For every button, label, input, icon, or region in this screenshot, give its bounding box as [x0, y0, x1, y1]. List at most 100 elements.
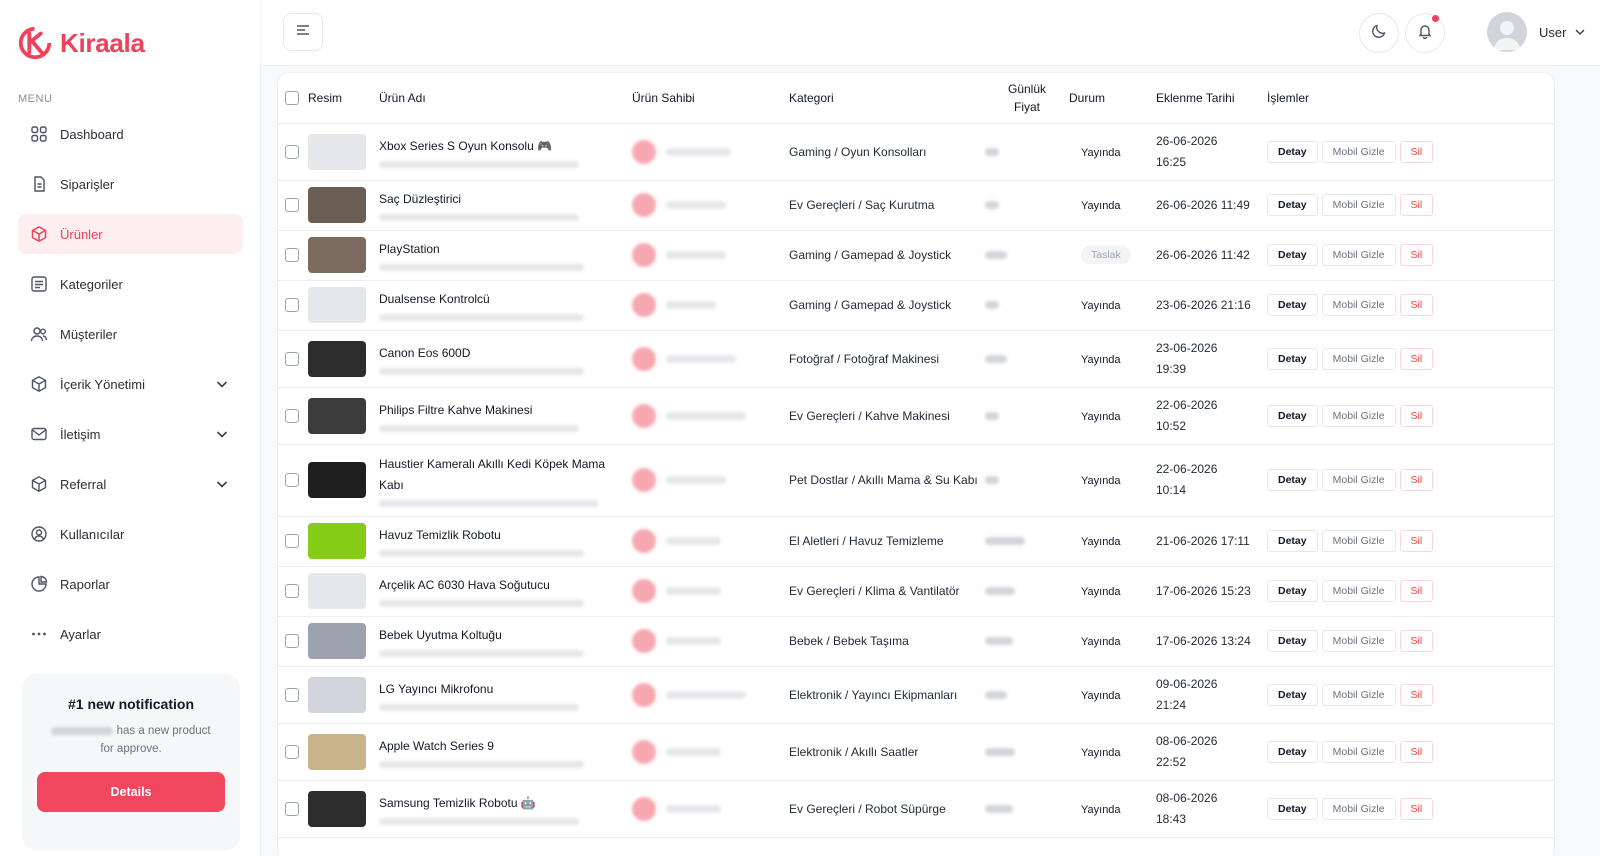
sidebar-item-siparisler[interactable]: Siparişler — [18, 164, 243, 204]
product-name[interactable]: Samsung Temizlik Robotu 🤖 — [379, 793, 632, 814]
details-button[interactable]: Details — [37, 772, 225, 812]
owner-avatar — [632, 468, 656, 492]
row-checkbox[interactable] — [285, 144, 299, 159]
detail-button[interactable]: Detay — [1267, 194, 1318, 216]
detail-button[interactable]: Detay — [1267, 530, 1318, 552]
product-name[interactable]: Dualsense Kontrolcü — [379, 289, 632, 310]
brand-logo[interactable]: Kiraala — [16, 24, 145, 62]
detail-button[interactable]: Detay — [1267, 630, 1318, 652]
row-checkbox[interactable] — [285, 584, 299, 599]
row-checkbox[interactable] — [285, 744, 299, 759]
user-name: User — [1539, 24, 1567, 40]
owner-name-blurred — [666, 147, 731, 156]
detail-button[interactable]: Detay — [1267, 244, 1318, 266]
row-checkbox[interactable] — [285, 408, 299, 423]
mobile-hide-button[interactable]: Mobil Gizle — [1321, 740, 1396, 763]
mobile-hide-button[interactable]: Mobil Gizle — [1321, 469, 1396, 491]
sidebar-item-kategoriler[interactable]: Kategoriler — [18, 264, 243, 304]
product-name[interactable]: Xbox Series S Oyun Konsolu 🎮 — [379, 136, 632, 157]
sidebar-item-urunler[interactable]: Ürünler — [18, 214, 243, 254]
row-checkbox[interactable] — [285, 534, 299, 549]
detail-button[interactable]: Detay — [1267, 580, 1318, 602]
mobile-hide-button[interactable]: Mobil Gizle — [1321, 797, 1396, 820]
product-name[interactable]: Canon Eos 600D — [379, 343, 632, 364]
owner-avatar — [632, 579, 656, 603]
detail-button[interactable]: Detay — [1267, 797, 1318, 820]
row-checkbox[interactable] — [285, 687, 299, 702]
delete-button[interactable]: Sil — [1399, 469, 1434, 491]
daily-price-blurred — [985, 537, 1025, 545]
row-checkbox[interactable] — [285, 298, 299, 313]
delete-button[interactable]: Sil — [1399, 404, 1434, 427]
product-thumbnail — [308, 733, 366, 770]
product-name[interactable]: LG Yayıncı Mikrofonu — [379, 679, 632, 700]
delete-button[interactable]: Sil — [1399, 244, 1434, 266]
mobile-hide-button[interactable]: Mobil Gizle — [1321, 580, 1396, 602]
owner-name-blurred — [666, 251, 726, 259]
mobile-hide-button[interactable]: Mobil Gizle — [1321, 683, 1396, 706]
sidebar-item-raporlar[interactable]: Raporlar — [18, 564, 243, 604]
delete-button[interactable]: Sil — [1399, 740, 1434, 763]
sidebar-item-musteriler[interactable]: Müşteriler — [18, 314, 243, 354]
sidebar-item-ayarlar[interactable]: Ayarlar — [18, 614, 243, 654]
row-checkbox[interactable] — [285, 198, 299, 213]
row-checkbox[interactable] — [285, 634, 299, 649]
product-name[interactable]: Saç Düzleştirici — [379, 189, 632, 210]
detail-button[interactable]: Detay — [1267, 140, 1318, 163]
detail-button[interactable]: Detay — [1267, 740, 1318, 763]
delete-button[interactable]: Sil — [1399, 194, 1434, 216]
product-subtitle-blurred — [379, 367, 584, 375]
product-name[interactable]: Philips Filtre Kahve Makinesi — [379, 400, 632, 421]
row-checkbox[interactable] — [285, 248, 299, 263]
daily-price-blurred — [985, 301, 999, 309]
delete-button[interactable]: Sil — [1399, 530, 1434, 552]
product-name[interactable]: Arçelik AC 6030 Hava Soğutucu — [379, 575, 632, 596]
delete-button[interactable]: Sil — [1399, 683, 1434, 706]
mobile-hide-button[interactable]: Mobil Gizle — [1321, 294, 1396, 316]
sidebar-item-iletisim[interactable]: İletişim — [18, 414, 243, 454]
daily-price-blurred — [985, 201, 999, 209]
product-category: Bebek / Bebek Taşıma — [789, 634, 909, 648]
sidebar-item-label: Ürünler — [60, 226, 103, 242]
sidebar-item-dashboard[interactable]: Dashboard — [18, 114, 243, 154]
mobile-hide-button[interactable]: Mobil Gizle — [1321, 140, 1396, 163]
sidebar-item-icerik-yonetimi[interactable]: İçerik Yönetimi — [18, 364, 243, 404]
delete-button[interactable]: Sil — [1399, 347, 1434, 370]
mobile-hide-button[interactable]: Mobil Gizle — [1321, 530, 1396, 552]
owner-name-blurred — [666, 587, 721, 595]
user-menu[interactable]: User — [1487, 12, 1586, 52]
mobile-hide-button[interactable]: Mobil Gizle — [1321, 630, 1396, 652]
detail-button[interactable]: Detay — [1267, 404, 1318, 427]
detail-button[interactable]: Detay — [1267, 469, 1318, 491]
detail-button[interactable]: Detay — [1267, 683, 1318, 706]
product-name[interactable]: Bebek Uyutma Koltuğu — [379, 625, 632, 646]
menu-toggle-button[interactable] — [283, 13, 323, 51]
mobile-hide-button[interactable]: Mobil Gizle — [1321, 404, 1396, 427]
row-checkbox[interactable] — [285, 473, 299, 488]
product-name[interactable]: PlayStation — [379, 239, 632, 260]
sidebar-item-kullanicilar[interactable]: Kullanıcılar — [18, 514, 243, 554]
notifications-button[interactable] — [1405, 13, 1445, 53]
detail-button[interactable]: Detay — [1267, 347, 1318, 370]
delete-button[interactable]: Sil — [1399, 797, 1434, 820]
select-all-checkbox[interactable] — [285, 91, 299, 106]
table-row: Bebek Uyutma Koltuğu Bebek / Bebek Taşıma… — [278, 616, 1554, 667]
theme-toggle-button[interactable] — [1359, 13, 1399, 53]
product-name[interactable]: Apple Watch Series 9 — [379, 736, 632, 757]
delete-button[interactable]: Sil — [1399, 140, 1434, 163]
created-date: 26-06-2026 — [1156, 133, 1218, 148]
mobile-hide-button[interactable]: Mobil Gizle — [1321, 244, 1396, 266]
product-name[interactable]: Havuz Temizlik Robotu — [379, 525, 632, 546]
sidebar-item-referral[interactable]: Referral — [18, 464, 243, 504]
notification-text: has a new product — [116, 725, 211, 737]
delete-button[interactable]: Sil — [1399, 630, 1434, 652]
row-checkbox[interactable] — [285, 801, 299, 816]
delete-button[interactable]: Sil — [1399, 580, 1434, 602]
column-header-islemler: İşlemler — [1267, 73, 1554, 124]
mobile-hide-button[interactable]: Mobil Gizle — [1321, 347, 1396, 370]
detail-button[interactable]: Detay — [1267, 294, 1318, 316]
row-checkbox[interactable] — [285, 351, 299, 366]
delete-button[interactable]: Sil — [1399, 294, 1434, 316]
mobile-hide-button[interactable]: Mobil Gizle — [1321, 194, 1396, 216]
product-name[interactable]: Haustier Kameralı Akıllı Kedi Köpek Mama… — [379, 454, 632, 496]
